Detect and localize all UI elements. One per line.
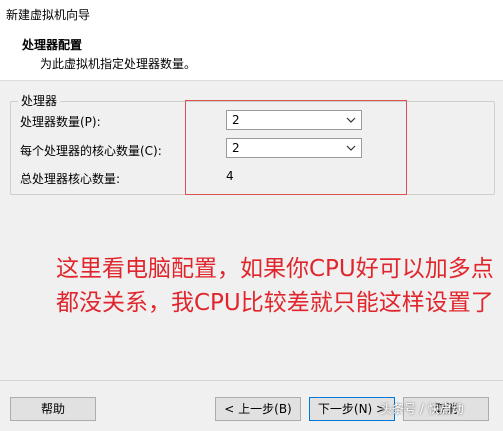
processor-group-title: 处理器 — [18, 92, 61, 109]
page-title: 处理器配置 — [22, 38, 83, 52]
title-bar: 新建虚拟机向导 — [0, 0, 503, 29]
help-button[interactable]: 帮助 — [10, 397, 96, 421]
annotation-text: 这里看电脑配置，如果你CPU好可以加多点都没关系，我CPU比较差就只能这样设置了 — [56, 256, 494, 316]
processor-count-label: 处理器数量(P): — [20, 115, 101, 129]
highlight-box — [185, 100, 407, 195]
watermark: 头条号 / 快启动 — [380, 402, 464, 416]
wizard-header: 处理器配置 为此虚拟机指定处理器数量。 — [0, 28, 503, 81]
back-button[interactable]: < 上一步(B) — [215, 397, 301, 421]
total-cores-label: 总处理器核心数量: — [20, 172, 121, 186]
window-title: 新建虚拟机向导 — [6, 8, 91, 22]
page-subtitle: 为此虚拟机指定处理器数量。 — [40, 57, 197, 71]
cores-per-processor-label: 每个处理器的核心数量(C): — [20, 144, 162, 158]
